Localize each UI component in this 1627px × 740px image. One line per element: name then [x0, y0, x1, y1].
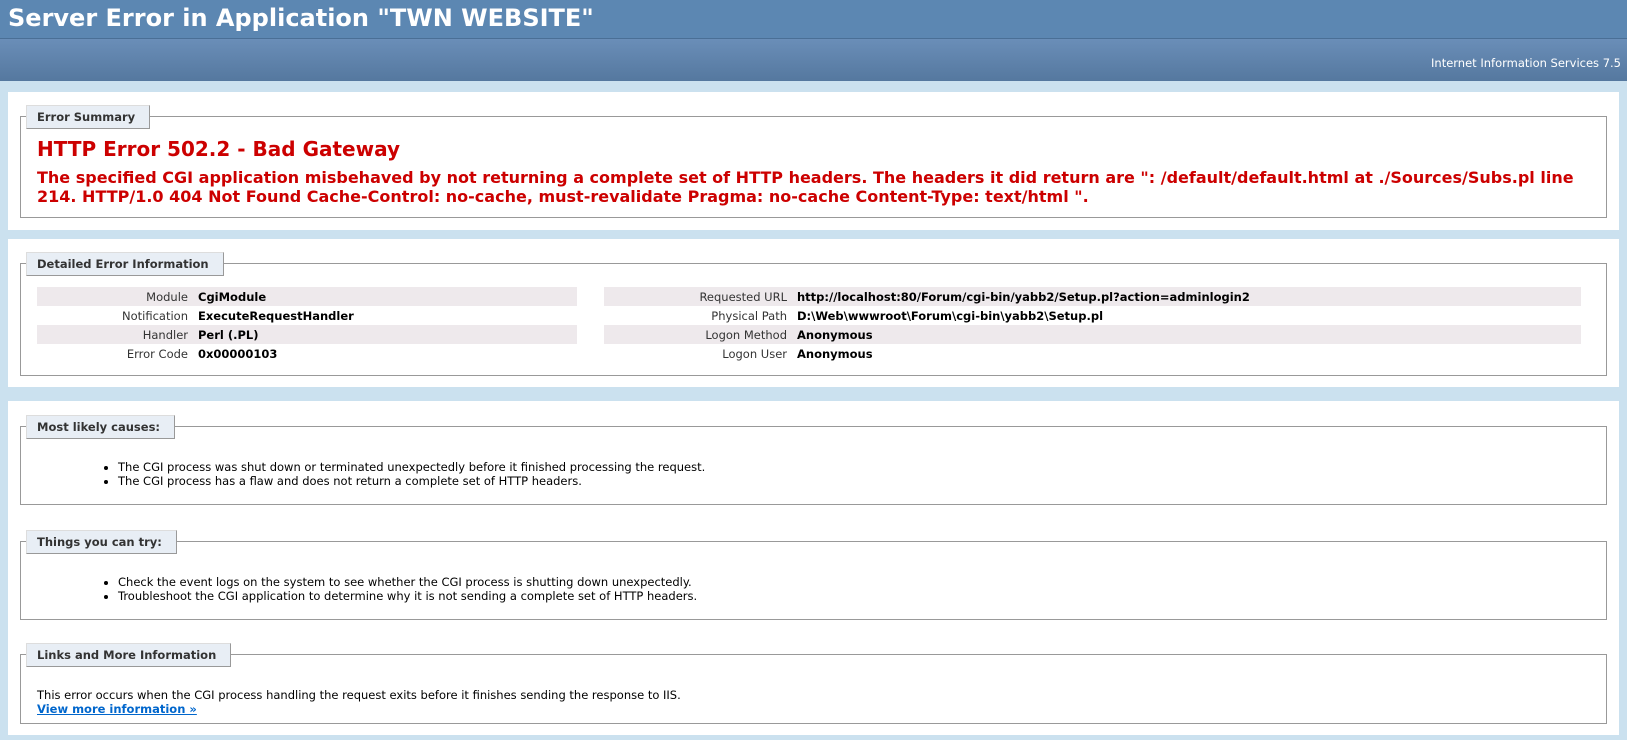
section-legend: Most likely causes: [26, 415, 176, 439]
section-legend: Error Summary [26, 105, 151, 129]
table-row: Module CgiModule [37, 287, 577, 306]
list-item: The CGI process was shut down or termina… [118, 460, 705, 474]
detail-value: 0x00000103 [198, 346, 278, 361]
detail-value: ExecuteRequestHandler [198, 308, 354, 323]
table-row: Error Code 0x00000103 [37, 344, 577, 363]
likely-causes-section: Most likely causes: The CGI process was … [8, 401, 1619, 516]
table-row: Logon User Anonymous [604, 344, 1581, 363]
detail-label: Module [37, 287, 198, 306]
detail-label: Requested URL [604, 287, 797, 306]
server-name: Internet Information Services 7.5 [1431, 56, 1621, 70]
detail-label: Physical Path [711, 308, 787, 323]
table-row: Notification ExecuteRequestHandler [37, 306, 577, 325]
list-item: The CGI process has a flaw and does not … [118, 474, 705, 488]
detail-label: Logon Method [604, 325, 797, 344]
table-row: Physical Path D:\Web\wwwroot\Forum\cgi-b… [604, 306, 1581, 325]
detail-value: http://localhost:80/Forum/cgi-bin/yabb2/… [797, 287, 1581, 306]
detail-value: Anonymous [797, 346, 873, 361]
list-item: Check the event logs on the system to se… [118, 575, 697, 589]
error-summary-box: Error Summary HTTP Error 502.2 - Bad Gat… [20, 105, 1607, 218]
detail-value: D:\Web\wwwroot\Forum\cgi-bin\yabb2\Setup… [797, 308, 1104, 323]
detail-label: Handler [37, 325, 198, 344]
detail-value: Perl (.PL) [198, 325, 577, 344]
section-legend: Things you can try: [26, 530, 177, 554]
error-summary-section: Error Summary HTTP Error 502.2 - Bad Gat… [8, 92, 1619, 230]
causes-list: The CGI process was shut down or termina… [102, 460, 705, 488]
detail-table-left: Module CgiModule Notification ExecuteReq… [37, 287, 577, 363]
error-title: HTTP Error 502.2 - Bad Gateway [37, 137, 400, 161]
detail-label: Error Code [126, 346, 188, 361]
links-section: Links and More Information This error oc… [8, 630, 1619, 735]
likely-causes-box: Most likely causes: The CGI process was … [20, 415, 1607, 505]
section-legend: Detailed Error Information [26, 252, 224, 276]
detailed-error-box: Detailed Error Information Module CgiMod… [20, 252, 1607, 376]
links-box: Links and More Information This error oc… [20, 643, 1607, 724]
page-header: Server Error in Application "TWN WEBSITE… [0, 0, 1627, 39]
detail-table-right: Requested URL http://localhost:80/Forum/… [604, 287, 1581, 363]
error-message: The specified CGI application misbehaved… [37, 168, 1574, 206]
list-item: Troubleshoot the CGI application to dete… [118, 589, 697, 603]
table-row: Handler Perl (.PL) [37, 325, 577, 344]
detailed-error-section: Detailed Error Information Module CgiMod… [8, 239, 1619, 387]
links-description: This error occurs when the CGI process h… [37, 688, 681, 702]
table-row: Logon Method Anonymous [604, 325, 1581, 344]
view-more-info-link[interactable]: View more information » [37, 702, 197, 716]
detail-label: Notification [122, 308, 188, 323]
server-banner: Internet Information Services 7.5 [0, 39, 1627, 81]
detail-value: CgiModule [198, 287, 577, 306]
things-to-try-section: Things you can try: Check the event logs… [8, 516, 1619, 631]
detail-value: Anonymous [797, 325, 1581, 344]
things-to-try-box: Things you can try: Check the event logs… [20, 530, 1607, 620]
section-legend: Links and More Information [26, 643, 232, 667]
detail-label: Logon User [722, 346, 787, 361]
page-title: Server Error in Application "TWN WEBSITE… [8, 4, 594, 32]
table-row: Requested URL http://localhost:80/Forum/… [604, 287, 1581, 306]
try-list: Check the event logs on the system to se… [102, 575, 697, 603]
